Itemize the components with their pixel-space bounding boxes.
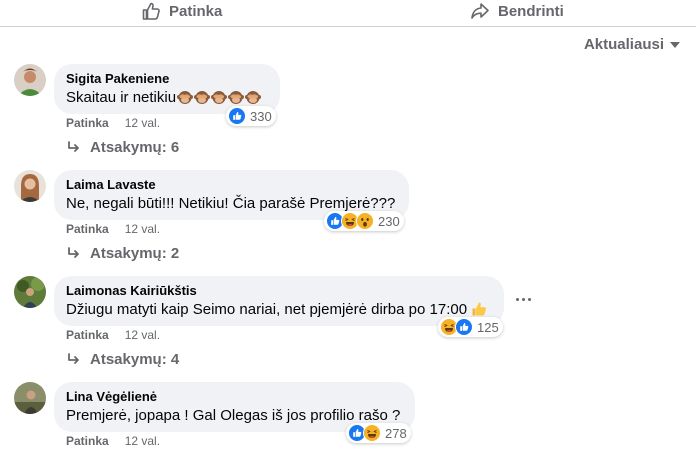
see-no-evil-monkey-emoji-icon [177,91,194,104]
replies-label: Atsakymų: 2 [90,245,180,262]
reply-arrow-icon [68,352,79,364]
comment-text-content: Džiugu matyti kaip Seimo nariai, net pje… [66,301,468,318]
reaction-summary[interactable]: 330 [226,106,276,126]
comment-text: Džiugu matyti kaip Seimo nariai, net pje… [66,300,492,320]
like-post-button[interactable]: Patinka [141,0,222,22]
dot [528,298,531,301]
like-reaction-icon [228,107,246,125]
comment-timestamp[interactable]: 12 val. [125,222,160,236]
comment-text-content: Skaitau ir netikiu [66,89,177,106]
comment-like-button[interactable]: Patinka [66,328,109,342]
caret-down-icon [670,41,680,48]
comment-meta: Patinka 12 val. [66,328,160,342]
avatar[interactable] [14,64,46,96]
reaction-summary[interactable]: 278 [346,423,411,443]
view-replies-button[interactable]: Atsakymų: 6 [66,139,179,156]
comment-author[interactable]: Laima Lavaste [66,177,397,193]
comment-author[interactable]: Laimonas Kairiūkštis [66,283,492,299]
thumbs-up-outline-icon [142,2,160,20]
comment-like-button[interactable]: Patinka [66,116,109,130]
view-replies-button[interactable]: Atsakymų: 2 [66,245,179,262]
avatar[interactable] [14,382,46,414]
avatar[interactable] [14,276,46,308]
comment-author[interactable]: Lina Vėgėlienė [66,389,403,405]
sort-label: Aktualiausi [583,36,664,53]
see-no-evil-monkey-emoji-icon [194,91,211,104]
like-post-label: Patinka [169,2,223,20]
replies-label: Atsakymų: 4 [90,351,180,368]
avatar-image [14,382,46,414]
view-replies-button[interactable]: Atsakymų: 4 [66,351,179,368]
comment-timestamp[interactable]: 12 val. [125,116,160,130]
post-action-bar: Patinka Bendrinti [0,0,696,26]
see-no-evil-monkey-emoji-icon [245,91,262,104]
share-post-label: Bendrinti [498,2,564,20]
dot [522,298,525,301]
avatar[interactable] [14,170,46,202]
reaction-summary[interactable]: 125 [438,317,503,337]
reply-arrow-icon [68,246,79,258]
share-arrow-icon [471,3,489,19]
wow-reaction-icon [356,212,374,230]
haha-reaction-icon [363,424,381,442]
comment-meta: Patinka 12 val. [66,222,160,236]
reaction-count: 278 [385,425,407,441]
dot [516,298,519,301]
avatar-image [14,170,46,202]
comment-sort-dropdown[interactable]: Aktualiausi [584,36,680,53]
avatar-image [14,276,46,308]
like-reaction-icon [455,318,473,336]
divider [0,26,696,27]
reply-arrow-icon [68,140,79,152]
replies-label: Atsakymų: 6 [90,139,180,156]
reaction-count: 125 [477,319,499,335]
see-no-evil-monkey-emoji-icon [211,91,228,104]
see-no-evil-monkey-emoji-icon [228,91,245,104]
comment-like-button[interactable]: Patinka [66,222,109,236]
comment-bubble: Laimonas Kairiūkštis Džiugu matyti kaip … [54,276,504,326]
comment-author[interactable]: Sigita Pakeniene [66,71,268,87]
thumbs-up-emoji-icon [472,302,487,316]
see-no-evil-monkey-emoji-group [176,89,262,106]
more-options-button[interactable] [516,298,531,301]
comment-text: Skaitau ir netikiu [66,88,268,108]
comment-meta: Patinka 12 val. [66,434,160,448]
comment-like-button[interactable]: Patinka [66,434,109,448]
comment-timestamp[interactable]: 12 val. [125,434,160,448]
share-post-button[interactable]: Bendrinti [470,0,564,22]
comment-meta: Patinka 12 val. [66,116,160,130]
reaction-summary[interactable]: 230 [324,211,404,231]
reaction-count: 230 [378,213,400,229]
reaction-count: 330 [250,108,272,124]
avatar-image [14,64,46,96]
comment-timestamp[interactable]: 12 val. [125,328,160,342]
